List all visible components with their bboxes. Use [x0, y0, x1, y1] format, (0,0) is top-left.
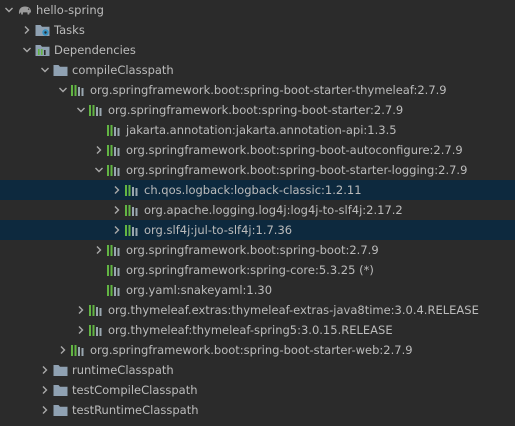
- tree-row-label: org.yaml:snakeyaml:1.30: [126, 283, 273, 297]
- tree-row-label: testCompileClasspath: [72, 383, 198, 397]
- tree-row-label: org.springframework.boot:spring-boot-sta…: [126, 163, 468, 177]
- tree-row[interactable]: org.thymeleaf.extras:thymeleaf-extras-ja…: [0, 300, 515, 320]
- library-icon: [125, 223, 140, 237]
- chevron-right-icon[interactable]: [39, 380, 51, 400]
- tree-row[interactable]: org.springframework.boot:spring-boot-sta…: [0, 80, 515, 100]
- tree-row-label: org.apache.logging.log4j:log4j-to-slf4j:…: [144, 203, 403, 217]
- chevron-down-icon[interactable]: [21, 40, 33, 60]
- tree-row[interactable]: jakarta.annotation:jakarta.annotation-ap…: [0, 120, 515, 140]
- tree-row-label: compileClasspath: [72, 63, 174, 77]
- chevron-right-icon[interactable]: [75, 300, 87, 320]
- folder-icon: [53, 363, 68, 377]
- tree-row[interactable]: compileClasspath: [0, 60, 515, 80]
- folder-icon: [53, 63, 68, 77]
- tree-row-label: org.springframework.boot:spring-boot-sta…: [90, 83, 447, 97]
- tree-row[interactable]: ch.qos.logback:logback-classic:1.2.11: [0, 180, 515, 200]
- chevron-down-icon[interactable]: [93, 160, 105, 180]
- tree-row[interactable]: org.slf4j:jul-to-slf4j:1.7.36: [0, 220, 515, 240]
- chevron-right-icon[interactable]: [75, 320, 87, 340]
- library-icon: [107, 263, 122, 277]
- tree-row[interactable]: org.springframework.boot:spring-boot-sta…: [0, 160, 515, 180]
- chevron-down-icon[interactable]: [75, 100, 87, 120]
- elephant-icon: [17, 3, 32, 17]
- library-icon: [107, 123, 122, 137]
- chevron-right-icon[interactable]: [93, 240, 105, 260]
- library-icon: [125, 183, 140, 197]
- tree-row[interactable]: Tasks: [0, 20, 515, 40]
- tree-row[interactable]: org.springframework.boot:spring-boot-sta…: [0, 340, 515, 360]
- tree-row[interactable]: runtimeClasspath: [0, 360, 515, 380]
- chevron-right-icon[interactable]: [39, 400, 51, 420]
- chevron-right-icon[interactable]: [21, 20, 33, 40]
- tree-row-label: Tasks: [54, 23, 85, 37]
- library-icon: [71, 83, 86, 97]
- chevron-down-icon[interactable]: [3, 0, 15, 20]
- tasks-folder-icon: [35, 23, 50, 37]
- chevron-right-icon[interactable]: [111, 220, 123, 240]
- dependencies-folder-icon: [35, 43, 50, 57]
- gradle-dependency-tree: hello-spring Tasks Dependencies compileClas…: [0, 0, 515, 426]
- tree-row[interactable]: testRuntimeClasspath: [0, 400, 515, 420]
- tree-row-label: jakarta.annotation:jakarta.annotation-ap…: [126, 123, 397, 137]
- tree-row[interactable]: testCompileClasspath: [0, 380, 515, 400]
- library-icon: [71, 343, 86, 357]
- chevron-right-icon[interactable]: [57, 340, 69, 360]
- library-icon: [89, 103, 104, 117]
- library-icon: [107, 163, 122, 177]
- tree-row[interactable]: org.springframework.boot:spring-boot-sta…: [0, 100, 515, 120]
- tree-row[interactable]: org.apache.logging.log4j:log4j-to-slf4j:…: [0, 200, 515, 220]
- chevron-right-icon[interactable]: [111, 180, 123, 200]
- tree-row-label: runtimeClasspath: [72, 363, 174, 377]
- tree-row-label: testRuntimeClasspath: [72, 403, 199, 417]
- tree-row-label: hello-spring: [36, 3, 104, 17]
- tree-row-label: org.thymeleaf:thymeleaf-spring5:3.0.15.R…: [108, 323, 393, 337]
- tree-row-label: org.springframework:spring-core:5.3.25 (…: [126, 263, 374, 277]
- folder-icon: [53, 383, 68, 397]
- tree-row-label: org.springframework.boot:spring-boot-aut…: [126, 143, 463, 157]
- tree-row-label: org.springframework.boot:spring-boot:2.7…: [126, 243, 379, 257]
- chevron-right-icon[interactable]: [39, 360, 51, 380]
- tree-row[interactable]: org.thymeleaf:thymeleaf-spring5:3.0.15.R…: [0, 320, 515, 340]
- tree-row-label: org.springframework.boot:spring-boot-sta…: [108, 103, 404, 117]
- chevron-right-icon[interactable]: [93, 140, 105, 160]
- chevron-down-icon[interactable]: [57, 80, 69, 100]
- tree-row[interactable]: org.springframework.boot:spring-boot:2.7…: [0, 240, 515, 260]
- library-icon: [89, 303, 104, 317]
- tree-row[interactable]: org.springframework.boot:spring-boot-aut…: [0, 140, 515, 160]
- tree-row-label: org.springframework.boot:spring-boot-sta…: [90, 343, 413, 357]
- library-icon: [125, 203, 140, 217]
- library-icon: [107, 143, 122, 157]
- folder-icon: [53, 403, 68, 417]
- chevron-down-icon[interactable]: [39, 60, 51, 80]
- tree-row-label: org.slf4j:jul-to-slf4j:1.7.36: [144, 223, 293, 237]
- tree-row[interactable]: Dependencies: [0, 40, 515, 60]
- library-icon: [107, 243, 122, 257]
- library-icon: [107, 283, 122, 297]
- tree-row[interactable]: hello-spring: [0, 0, 515, 20]
- chevron-right-icon[interactable]: [111, 200, 123, 220]
- tree-row-label: org.thymeleaf.extras:thymeleaf-extras-ja…: [108, 303, 479, 317]
- library-icon: [89, 323, 104, 337]
- tree-row-label: Dependencies: [54, 43, 136, 57]
- tree-row-label: ch.qos.logback:logback-classic:1.2.11: [144, 183, 362, 197]
- tree-row[interactable]: org.springframework:spring-core:5.3.25 (…: [0, 260, 515, 280]
- tree-row[interactable]: org.yaml:snakeyaml:1.30: [0, 280, 515, 300]
